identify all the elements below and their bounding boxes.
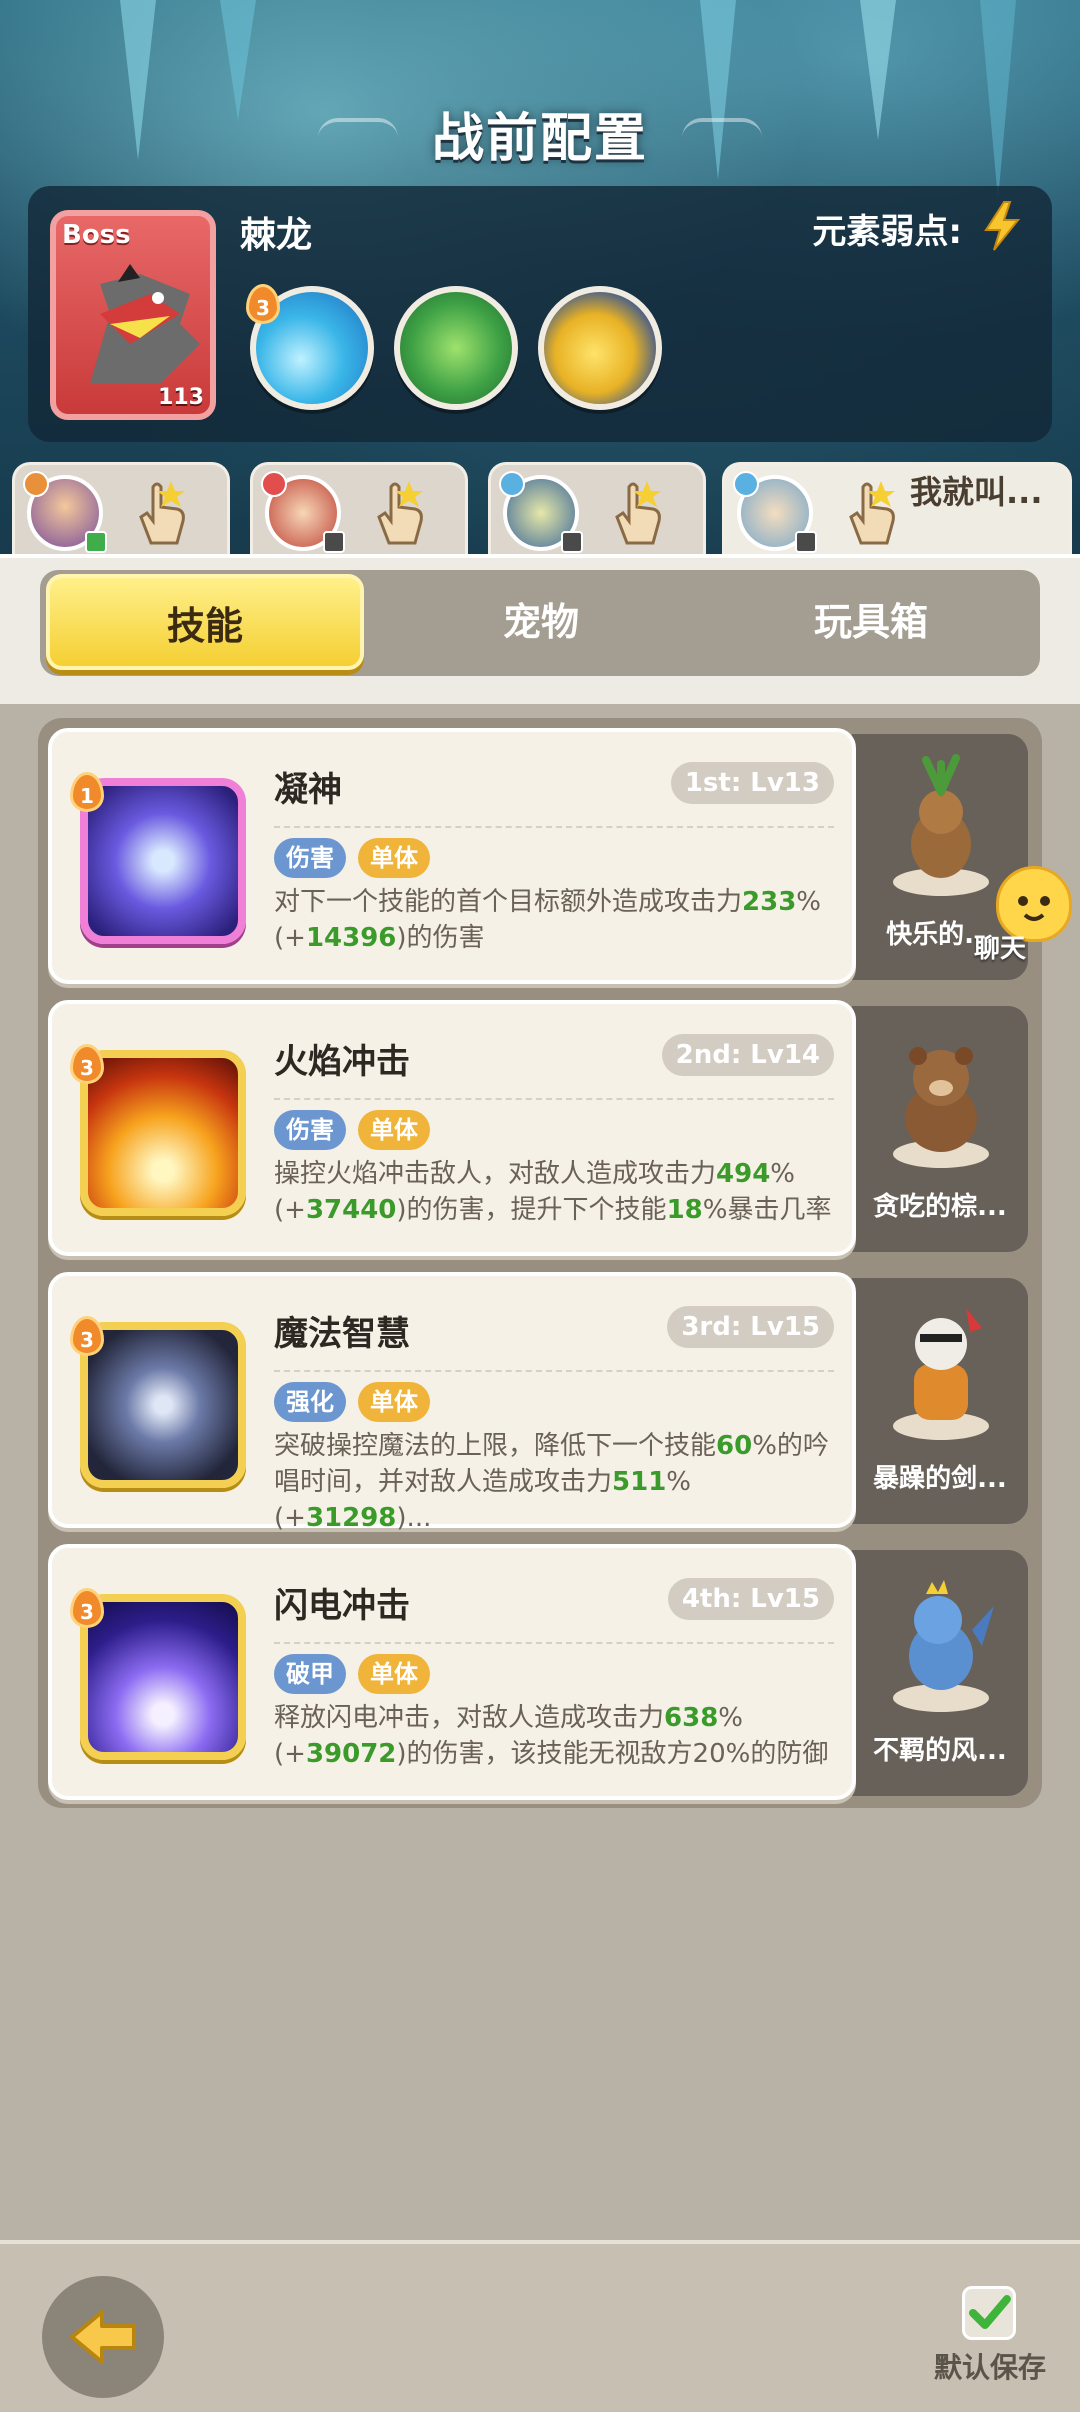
tap-hand-icon bbox=[849, 481, 895, 545]
skill-card[interactable]: 1 凝神 1st: Lv13 伤害 单体 对下一个技能的首个目标额外造成攻击力2… bbox=[48, 728, 856, 984]
skill-tag: 单体 bbox=[358, 1110, 430, 1150]
divider bbox=[274, 1098, 834, 1100]
skill-flame-icon bbox=[80, 1050, 246, 1216]
pet-name: 暴躁的剑... bbox=[873, 1464, 1007, 1494]
skill-title: 凝神 bbox=[274, 770, 342, 810]
divider bbox=[274, 826, 834, 828]
skill-badge: 3 bbox=[70, 1316, 104, 1356]
skill-card[interactable]: 3 闪电冲击 4th: Lv15 破甲 单体 释放闪电冲击，对敌人造成攻击力63… bbox=[48, 1544, 856, 1800]
status-icon bbox=[795, 531, 817, 553]
pet-sword-cat-icon bbox=[893, 1308, 989, 1440]
status-icon bbox=[323, 531, 345, 553]
skill-card[interactable]: 3 魔法智慧 3rd: Lv15 强化 单体 突破操控魔法的上限，降低下一个技能… bbox=[48, 1272, 856, 1533]
element-icon bbox=[23, 471, 49, 497]
pet-slot[interactable]: 贪吃的棕... bbox=[852, 1006, 1028, 1252]
skill-tag: 破甲 bbox=[274, 1654, 346, 1694]
skill-title: 火焰冲击 bbox=[274, 1042, 410, 1082]
status-icon bbox=[561, 531, 583, 553]
lightning-icon bbox=[984, 201, 1021, 251]
skill-rank-badge: 3rd: Lv15 bbox=[667, 1306, 834, 1348]
element-icon bbox=[499, 471, 525, 497]
skill-badge: 1 bbox=[70, 772, 104, 812]
hero-tab-3[interactable] bbox=[488, 462, 706, 554]
skill-tag: 强化 bbox=[274, 1382, 346, 1422]
skill-rank-badge: 4th: Lv15 bbox=[667, 1578, 834, 1620]
skill-eye-icon bbox=[80, 778, 246, 944]
back-arrow-icon bbox=[70, 2310, 136, 2364]
skill-description: 操控火焰冲击敌人，对敌人造成攻击力494%(+37440)的伤害，提升下个技能1… bbox=[274, 1159, 832, 1225]
hero-tab-1[interactable] bbox=[12, 462, 230, 554]
pet-name: 不羁的风... bbox=[873, 1736, 1007, 1766]
boss-level: 113 bbox=[158, 385, 204, 410]
pet-wind-dragon-icon bbox=[893, 1580, 994, 1712]
skill-badge: 3 bbox=[70, 1588, 104, 1628]
pet-slot[interactable]: 不羁的风... bbox=[852, 1550, 1028, 1796]
pet-name: 贪吃的棕... bbox=[873, 1192, 1007, 1222]
tap-hand-icon bbox=[615, 481, 661, 545]
default-save-checkbox[interactable] bbox=[962, 2286, 1016, 2340]
default-save-label: 默认保存 bbox=[934, 2351, 1047, 2384]
hero-tab-2[interactable] bbox=[250, 462, 468, 554]
element-icon bbox=[733, 471, 759, 497]
checkmark-icon bbox=[969, 2295, 1011, 2329]
pet-slot[interactable]: 暴躁的剑... bbox=[852, 1278, 1028, 1524]
skill-description: 对下一个技能的首个目标额外造成攻击力233%(+14396)的伤害 bbox=[274, 887, 822, 953]
skill-badge: 3 bbox=[70, 1044, 104, 1084]
tap-hand-icon bbox=[377, 481, 423, 545]
skill-description: 突破操控魔法的上限，降低下一个技能60%的吟唱时间，并对敌人造成攻击力511%(… bbox=[274, 1431, 829, 1533]
element-icon bbox=[261, 471, 287, 497]
skill-tag: 单体 bbox=[358, 1382, 430, 1422]
hero-name: 我就叫... bbox=[910, 473, 1043, 511]
tab-toybox[interactable]: 玩具箱 bbox=[712, 574, 1030, 670]
dragon-boss-icon bbox=[90, 264, 200, 384]
boss-panel: Boss 113 棘龙 元素弱点: 3 bbox=[28, 186, 1052, 442]
boss-skill-shield-icon[interactable] bbox=[538, 286, 662, 410]
pet-bear-icon bbox=[893, 1047, 989, 1168]
chat-button[interactable]: 聊天 bbox=[960, 862, 1078, 964]
skill-rank-badge: 2nd: Lv14 bbox=[661, 1034, 834, 1076]
skill-rank-badge: 1st: Lv13 bbox=[670, 762, 834, 804]
boss-name: 棘龙 bbox=[240, 215, 313, 256]
status-icon bbox=[85, 531, 107, 553]
divider bbox=[274, 1642, 834, 1644]
skill-description: 释放闪电冲击，对敌人造成攻击力638%(+39072)的伤害，该技能无视敌方20… bbox=[274, 1703, 829, 1769]
skill-tag: 伤害 bbox=[274, 1110, 346, 1150]
skill-card[interactable]: 3 火焰冲击 2nd: Lv14 伤害 单体 操控火焰冲击敌人，对敌人造成攻击力… bbox=[48, 1000, 856, 1256]
skill-tag: 伤害 bbox=[274, 838, 346, 878]
element-weakness-label: 元素弱点: bbox=[812, 212, 962, 252]
page-title: 战前配置 bbox=[431, 109, 648, 169]
skill-tag: 单体 bbox=[358, 1654, 430, 1694]
skill-lightning-icon bbox=[80, 1594, 246, 1760]
tab-skill[interactable]: 技能 bbox=[46, 574, 364, 670]
divider bbox=[274, 1370, 834, 1372]
tab-pet[interactable]: 宠物 bbox=[382, 574, 700, 670]
skill-title: 魔法智慧 bbox=[274, 1314, 410, 1354]
boss-tag: Boss bbox=[62, 220, 131, 250]
skill-title: 闪电冲击 bbox=[274, 1586, 410, 1626]
chat-label: 聊天 bbox=[974, 934, 1027, 964]
skill-hexagram-icon bbox=[80, 1322, 246, 1488]
boss-skill-hourglass-icon[interactable] bbox=[394, 286, 518, 410]
boss-card[interactable]: Boss 113 bbox=[50, 210, 216, 420]
skill-tag: 单体 bbox=[358, 838, 430, 878]
tap-hand-icon bbox=[139, 481, 185, 545]
back-button[interactable] bbox=[42, 2276, 164, 2398]
boss-skill-badge: 3 bbox=[246, 284, 280, 324]
